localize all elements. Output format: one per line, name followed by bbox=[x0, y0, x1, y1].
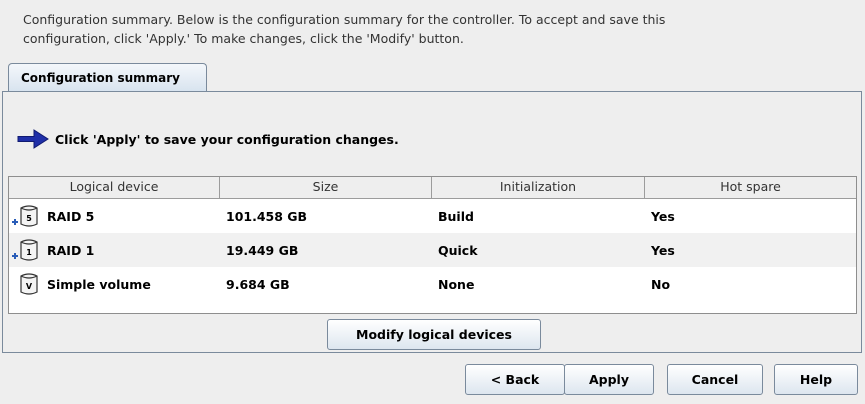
hot-spare-cell: Yes bbox=[651, 208, 675, 224]
initialization-cell: None bbox=[438, 276, 475, 292]
device-cell: 1 RAID 1 bbox=[9, 238, 220, 262]
table-header: Logical device Size Initialization Hot s… bbox=[9, 177, 856, 199]
table-row[interactable]: 1 RAID 1 19.449 GB Quick Yes bbox=[9, 233, 856, 267]
svg-text:V: V bbox=[26, 282, 33, 291]
size-cell: 101.458 GB bbox=[226, 208, 308, 224]
instruction: Click 'Apply' to save your configuration… bbox=[17, 128, 399, 150]
arrow-right-icon bbox=[17, 129, 49, 149]
back-button[interactable]: < Back bbox=[465, 364, 565, 395]
column-header-initialization[interactable]: Initialization bbox=[432, 177, 645, 198]
device-name: RAID 5 bbox=[47, 208, 95, 224]
column-header-logical-device[interactable]: Logical device bbox=[9, 177, 220, 198]
tab-configuration-summary[interactable]: Configuration summary bbox=[8, 63, 207, 92]
hot-spare-cell: Yes bbox=[651, 242, 675, 258]
table-row[interactable]: 5 RAID 5 101.458 GB Build Yes bbox=[9, 199, 856, 233]
cancel-button[interactable]: Cancel bbox=[667, 364, 763, 395]
column-header-hot-spare[interactable]: Hot spare bbox=[645, 177, 856, 198]
instruction-text: Click 'Apply' to save your configuration… bbox=[55, 131, 399, 147]
svg-text:1: 1 bbox=[26, 248, 32, 257]
column-header-size[interactable]: Size bbox=[220, 177, 432, 198]
raid1-disk-icon: 1 bbox=[12, 239, 38, 261]
raid5-disk-icon: 5 bbox=[12, 205, 38, 227]
initialization-cell: Quick bbox=[438, 242, 478, 258]
configuration-summary-panel: Click 'Apply' to save your configuration… bbox=[2, 91, 862, 353]
simple-volume-disk-icon: V bbox=[20, 273, 38, 295]
intro-line-2: configuration, click 'Apply.' To make ch… bbox=[23, 31, 464, 46]
device-cell: 5 RAID 5 bbox=[9, 204, 220, 228]
size-cell: 9.684 GB bbox=[226, 276, 290, 292]
initialization-cell: Build bbox=[438, 208, 474, 224]
hot-spare-cell: No bbox=[651, 276, 671, 292]
logical-devices-table[interactable]: Logical device Size Initialization Hot s… bbox=[8, 176, 857, 314]
size-cell: 19.449 GB bbox=[226, 242, 299, 258]
modify-logical-devices-button[interactable]: Modify logical devices bbox=[327, 319, 541, 350]
device-name: Simple volume bbox=[47, 276, 151, 292]
svg-text:5: 5 bbox=[26, 214, 32, 223]
intro-text: Configuration summary. Below is the conf… bbox=[23, 10, 823, 48]
device-cell: V Simple volume bbox=[9, 272, 220, 296]
apply-button[interactable]: Apply bbox=[564, 364, 654, 395]
device-name: RAID 1 bbox=[47, 242, 95, 258]
help-button[interactable]: Help bbox=[774, 364, 858, 395]
intro-line-1: Configuration summary. Below is the conf… bbox=[23, 12, 666, 27]
table-row[interactable]: V Simple volume 9.684 GB None No bbox=[9, 267, 856, 301]
